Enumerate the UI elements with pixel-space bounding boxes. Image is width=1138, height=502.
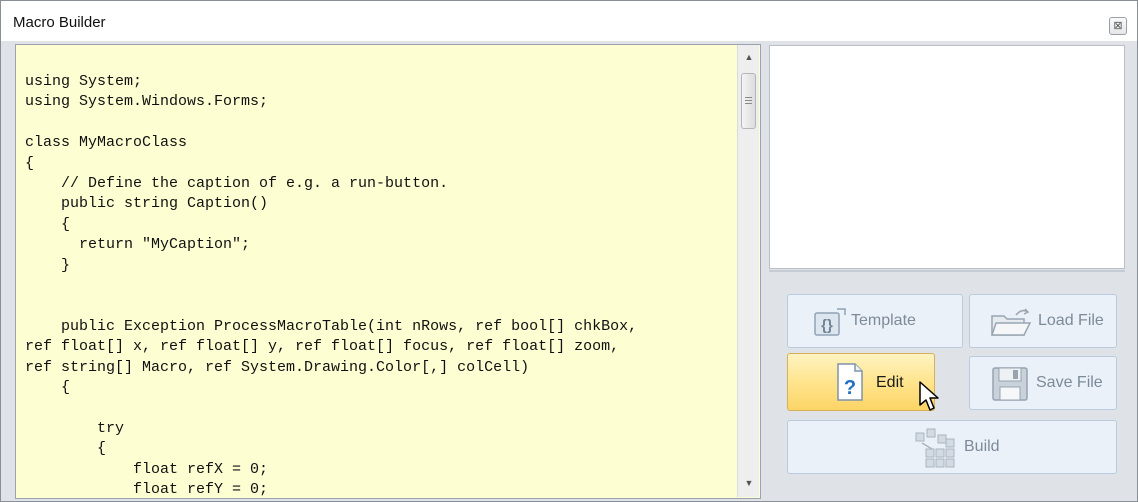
close-button[interactable]: ⊠ — [1109, 17, 1127, 35]
floppy-disk-icon — [992, 367, 1028, 401]
save-file-label: Save File — [1036, 374, 1103, 391]
scroll-up-arrow-icon[interactable]: ▲ — [738, 47, 760, 67]
svg-text:{}: {} — [821, 317, 833, 334]
mouse-cursor-icon — [919, 381, 939, 411]
template-button[interactable]: {} Template — [787, 294, 963, 348]
code-editor[interactable]: using System; using System.Windows.Forms… — [15, 44, 761, 499]
help-document-icon: ? — [837, 363, 863, 401]
vertical-scrollbar[interactable]: ▲ ▼ — [737, 45, 759, 497]
grip-line — [745, 100, 752, 101]
title-bar: Macro Builder ⊠ — [1, 1, 1137, 41]
preview-panel — [769, 45, 1125, 269]
build-button[interactable]: Build — [787, 420, 1117, 474]
edit-label: Edit — [876, 374, 904, 391]
scroll-thumb[interactable] — [741, 73, 756, 129]
folder-open-icon — [990, 308, 1032, 336]
build-label: Build — [964, 438, 1000, 455]
edit-button[interactable]: ? Edit — [787, 353, 935, 411]
scroll-down-arrow-icon[interactable]: ▼ — [738, 473, 760, 493]
panel-divider — [769, 270, 1125, 272]
template-icon: {} — [814, 308, 846, 336]
template-label: Template — [851, 312, 916, 329]
grip-line — [745, 97, 752, 98]
grip-line — [745, 103, 752, 104]
load-file-button[interactable]: Load File — [969, 294, 1117, 348]
save-file-button[interactable]: Save File — [969, 356, 1117, 410]
load-file-label: Load File — [1038, 312, 1104, 329]
svg-text:?: ? — [844, 377, 856, 399]
build-blocks-icon — [915, 428, 955, 468]
window-title: Macro Builder — [13, 14, 106, 31]
macro-builder-window: Macro Builder ⊠ using System; using Syst… — [0, 0, 1138, 502]
code-text[interactable]: using System; using System.Windows.Forms… — [25, 72, 637, 498]
